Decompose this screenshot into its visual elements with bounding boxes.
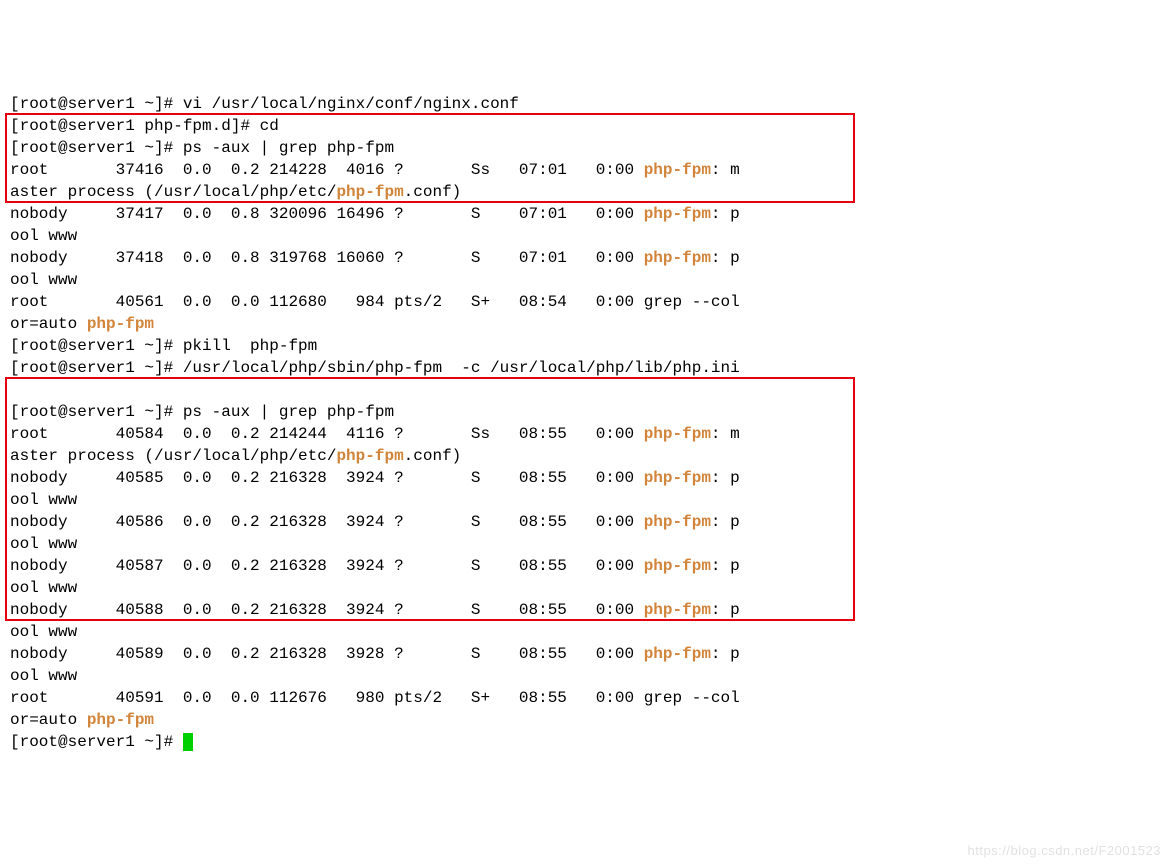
ps-row-wrap: aster process (/usr/local/php/etc/php-fp…: [10, 183, 461, 201]
ps-row: nobody 40587 0.0 0.2 216328 3924 ? S 08:…: [10, 557, 740, 575]
ps-row: nobody 40588 0.0 0.2 216328 3924 ? S 08:…: [10, 601, 740, 619]
ps-row-wrap: ool www: [10, 227, 77, 245]
ps-row-wrap: ool www: [10, 623, 77, 641]
ps-row: root 37416 0.0 0.2 214228 4016 ? Ss 07:0…: [10, 161, 740, 179]
ps-row-wrap: ool www: [10, 535, 77, 553]
ps-row-wrap: ool www: [10, 667, 77, 685]
ps-row: nobody 37417 0.0 0.8 320096 16496 ? S 07…: [10, 205, 740, 223]
ps-row: nobody 40585 0.0 0.2 216328 3924 ? S 08:…: [10, 469, 740, 487]
prompt-line: [root@server1 ~]# /usr/local/php/sbin/ph…: [10, 359, 740, 377]
ps-row: root 40561 0.0 0.0 112680 984 pts/2 S+ 0…: [10, 293, 740, 311]
prompt-line[interactable]: [root@server1 ~]#: [10, 733, 193, 751]
ps-row: root 40591 0.0 0.0 112676 980 pts/2 S+ 0…: [10, 689, 740, 707]
ps-row-wrap: ool www: [10, 271, 77, 289]
ps-row: nobody 40586 0.0 0.2 216328 3924 ? S 08:…: [10, 513, 740, 531]
ps-row: nobody 37418 0.0 0.8 319768 16060 ? S 07…: [10, 249, 740, 267]
ps-row-wrap: ool www: [10, 491, 77, 509]
prompt-line: [root@server1 ~]# ps -aux | grep php-fpm: [10, 403, 394, 421]
ps-row-wrap: or=auto php-fpm: [10, 711, 154, 729]
prompt-line: [root@server1 ~]# ps -aux | grep php-fpm: [10, 139, 394, 157]
cursor: [183, 733, 193, 751]
ps-row: nobody 40589 0.0 0.2 216328 3928 ? S 08:…: [10, 645, 740, 663]
ps-row-wrap: ool www: [10, 579, 77, 597]
ps-row: root 40584 0.0 0.2 214244 4116 ? Ss 08:5…: [10, 425, 740, 443]
prompt-line: [root@server1 php-fpm.d]# cd: [10, 117, 279, 135]
prompt-line: [root@server1 ~]# pkill php-fpm: [10, 337, 317, 355]
ps-row-wrap: aster process (/usr/local/php/etc/php-fp…: [10, 447, 461, 465]
terminal-output[interactable]: [root@server1 ~]# vi /usr/local/nginx/co…: [10, 93, 1165, 753]
ps-row-wrap: or=auto php-fpm: [10, 315, 154, 333]
prompt-line: [root@server1 ~]# vi /usr/local/nginx/co…: [10, 95, 519, 113]
watermark-text: https://blog.csdn.net/F2001523: [967, 840, 1161, 862]
